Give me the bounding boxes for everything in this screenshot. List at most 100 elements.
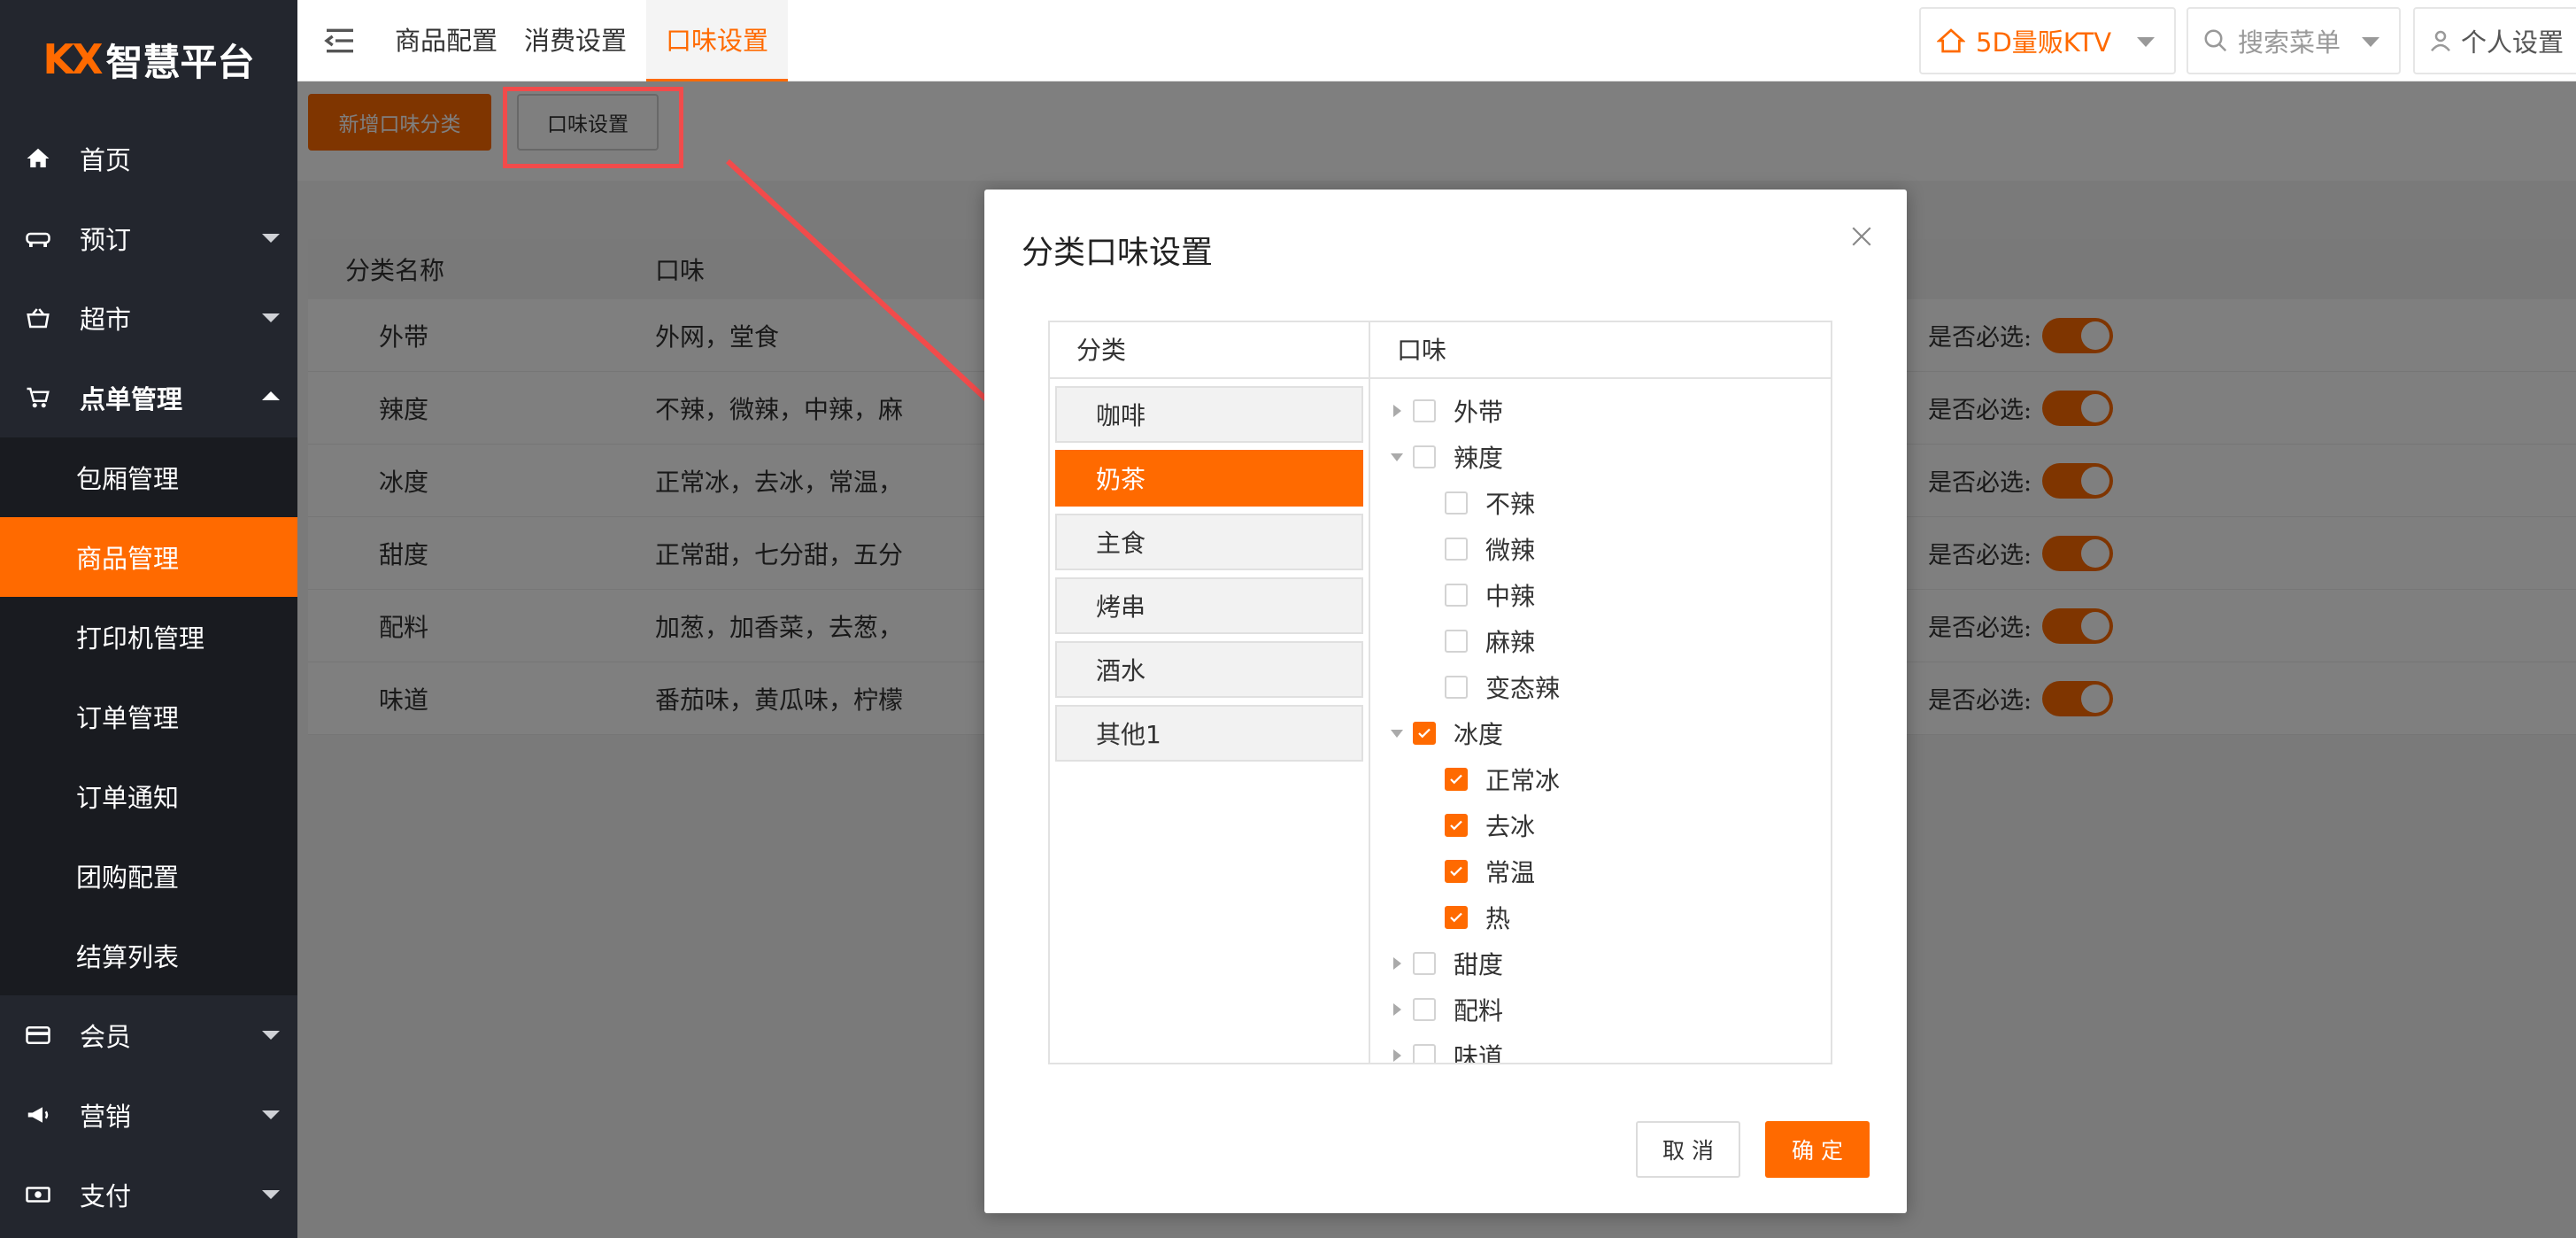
category-taste-dialog: 分类口味设置 分类 咖啡 奶茶 主食 烤串 酒水 其他1 口味 外带 辣度 不辣…: [984, 190, 1907, 1213]
checkbox-checked[interactable]: [1445, 768, 1468, 791]
sidebar-item-supermarket[interactable]: 超市: [0, 278, 297, 358]
tree-node-label: 麻辣: [1485, 628, 1536, 657]
checkbox[interactable]: [1413, 952, 1436, 975]
expand-icon[interactable]: [1381, 987, 1413, 1033]
sidebar-item-settlement[interactable]: 结算列表: [0, 916, 297, 995]
bed-icon: [25, 225, 66, 251]
tree-leaf: 麻辣: [1370, 618, 1831, 664]
close-icon[interactable]: [1850, 225, 1873, 248]
search-menu[interactable]: 搜索菜单: [2187, 7, 2401, 74]
search-input[interactable]: 搜索菜单: [2238, 22, 2341, 59]
expand-icon[interactable]: [1381, 940, 1413, 987]
category-column: 分类 咖啡 奶茶 主食 烤串 酒水 其他1: [1050, 322, 1370, 1063]
sidebar-item-marketing[interactable]: 营销: [0, 1075, 297, 1155]
chevron-down-icon: [2137, 37, 2155, 47]
tree-node-label: 外带: [1454, 398, 1504, 427]
sidebar-item-order-management[interactable]: 点单管理: [0, 358, 297, 437]
checkbox[interactable]: [1413, 1044, 1436, 1063]
sidebar-item-label: 支付: [80, 1181, 132, 1211]
checkbox-checked[interactable]: [1445, 860, 1468, 883]
category-item[interactable]: 酒水: [1055, 641, 1363, 698]
menu-toggle-icon[interactable]: [322, 23, 358, 58]
category-list: 咖啡 奶茶 主食 烤串 酒水 其他1: [1050, 379, 1369, 776]
check-icon: [1450, 774, 1462, 785]
check-icon: [1450, 820, 1462, 831]
confirm-button[interactable]: 确 定: [1765, 1121, 1870, 1178]
checkbox[interactable]: [1413, 445, 1436, 468]
expand-icon[interactable]: [1381, 1033, 1413, 1063]
sidebar-item-label: 营销: [80, 1102, 132, 1132]
tree-leaf: 中辣: [1370, 572, 1831, 618]
store-selector[interactable]: 5D量贩KTV: [1919, 7, 2176, 74]
chevron-up-icon: [262, 391, 280, 400]
tree-node-label: 中辣: [1485, 582, 1536, 611]
tab-consumption-settings[interactable]: 消费设置: [505, 0, 646, 81]
checkbox[interactable]: [1445, 491, 1468, 515]
category-item[interactable]: 烤串: [1055, 577, 1363, 634]
tree-node-label: 冰度: [1454, 720, 1504, 749]
checkbox[interactable]: [1445, 584, 1468, 607]
tab-product-config[interactable]: 商品配置: [375, 0, 517, 81]
checkbox[interactable]: [1445, 676, 1468, 699]
tree-leaf: 常温: [1370, 848, 1831, 894]
collapse-icon[interactable]: [1381, 434, 1413, 480]
top-bar: 商品配置 消费设置 口味设置 5D量贩KTV 搜索菜单 个人设置: [297, 0, 2576, 81]
category-item[interactable]: 主食: [1055, 514, 1363, 570]
sidebar-item-product-management[interactable]: 商品管理: [0, 517, 297, 597]
sidebar-item-label: 预订: [80, 225, 132, 255]
tree-node-label: 配料: [1454, 996, 1504, 1025]
category-item-selected[interactable]: 奶茶: [1055, 450, 1363, 507]
tree-node-label: 变态辣: [1485, 674, 1561, 703]
sidebar-item-label: 打印机管理: [76, 623, 205, 654]
sidebar-item-member[interactable]: 会员: [0, 995, 297, 1075]
category-item[interactable]: 其他1: [1055, 705, 1363, 762]
checkbox[interactable]: [1445, 538, 1468, 561]
sidebar-item-orders[interactable]: 订单管理: [0, 677, 297, 756]
sidebar-submenu: 包厢管理 商品管理 打印机管理 订单管理 订单通知 团购配置 结算列表: [0, 437, 297, 995]
chevron-down-icon: [2362, 37, 2379, 47]
tree-node-label: 辣度: [1454, 444, 1504, 473]
collapse-icon[interactable]: [1381, 710, 1413, 756]
personal-settings-label: 个人设置: [2461, 27, 2564, 58]
sidebar-item-label: 商品管理: [76, 544, 180, 574]
sidebar-item-payment[interactable]: 支付: [0, 1155, 297, 1234]
tree-leaf: 不辣: [1370, 480, 1831, 526]
sidebar-item-label: 订单通知: [76, 783, 180, 813]
category-item[interactable]: 咖啡: [1055, 386, 1363, 443]
sidebar-item-order-notification[interactable]: 订单通知: [0, 756, 297, 836]
tree-leaf: 热: [1370, 894, 1831, 940]
taste-column-header: 口味: [1370, 322, 1831, 379]
personal-settings[interactable]: 个人设置: [2413, 7, 2576, 74]
checkbox-checked[interactable]: [1445, 814, 1468, 837]
sidebar-item-label: 结算列表: [76, 942, 180, 972]
tree-leaf: 正常冰: [1370, 756, 1831, 802]
sidebar-item-booking[interactable]: 预订: [0, 198, 297, 278]
cancel-button[interactable]: 取 消: [1636, 1121, 1740, 1178]
sidebar-item-room-management[interactable]: 包厢管理: [0, 437, 297, 517]
category-column-header: 分类: [1050, 322, 1369, 379]
checkbox[interactable]: [1445, 630, 1468, 653]
user-icon: [2431, 30, 2450, 52]
sidebar-item-home[interactable]: 首页: [0, 119, 297, 198]
checkbox-checked[interactable]: [1445, 906, 1468, 929]
checkbox[interactable]: [1413, 998, 1436, 1021]
sidebar: KX 智慧平台 首页 预订 超市 点单管理 包厢管理 商品管理 打印机管理 订单…: [0, 0, 297, 1238]
tree-node-label: 正常冰: [1485, 766, 1561, 795]
checkbox[interactable]: [1413, 399, 1436, 422]
expand-icon[interactable]: [1381, 388, 1413, 434]
sidebar-item-printer-management[interactable]: 打印机管理: [0, 597, 297, 677]
tree-leaf: 变态辣: [1370, 664, 1831, 710]
home-icon: [1937, 28, 1965, 53]
tree-node: 配料: [1370, 987, 1831, 1033]
chevron-down-icon: [262, 234, 280, 243]
sidebar-item-group-buy[interactable]: 团购配置: [0, 836, 297, 916]
checkbox-checked[interactable]: [1413, 722, 1436, 745]
check-icon: [1450, 912, 1462, 923]
tree-node: 甜度: [1370, 940, 1831, 987]
megaphone-icon: [25, 1102, 66, 1128]
check-icon: [1418, 728, 1431, 739]
cart-icon: [25, 384, 66, 411]
taste-column: 口味 外带 辣度 不辣 微辣 中辣 麻辣 变态辣 冰度 正常冰 去冰 常温 热 …: [1370, 322, 1831, 1063]
tab-taste-settings[interactable]: 口味设置: [646, 0, 789, 81]
money-icon: [25, 1181, 66, 1208]
